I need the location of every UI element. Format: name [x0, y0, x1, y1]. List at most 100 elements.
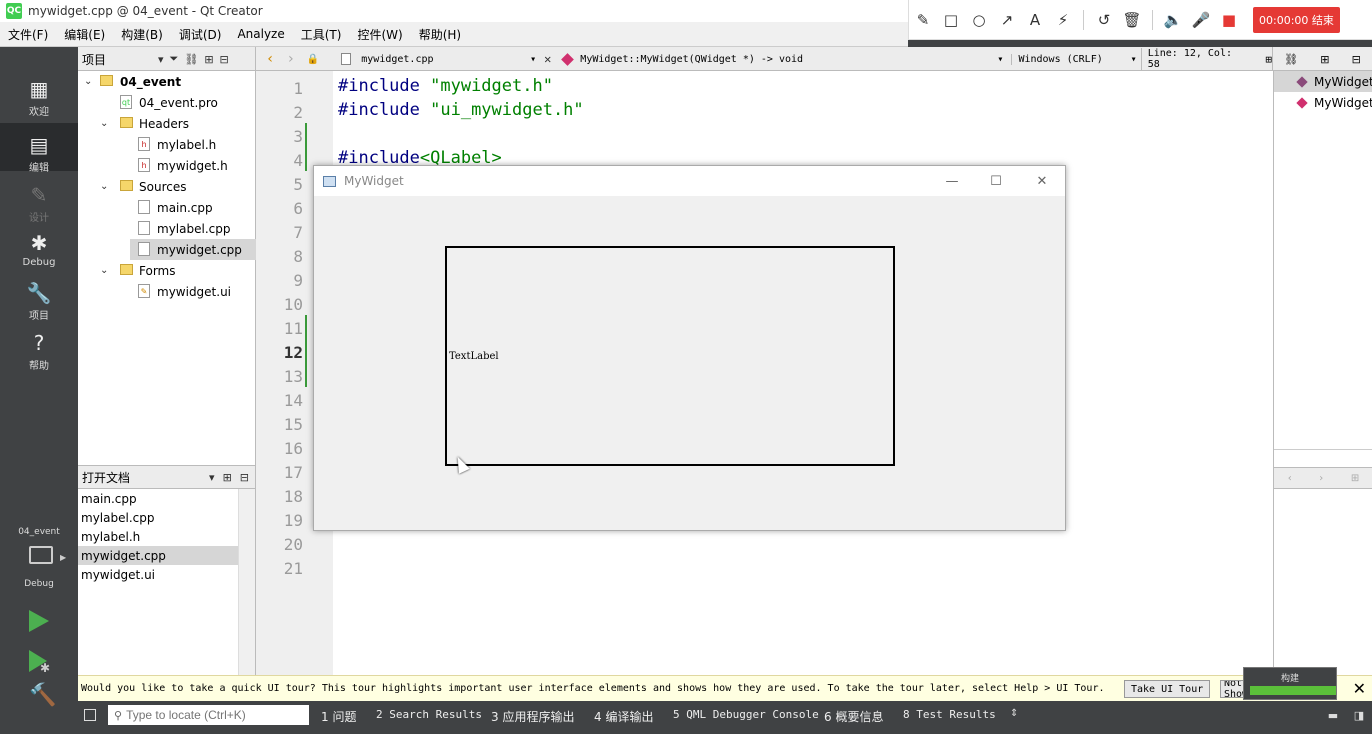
open-doc-item[interactable]: mylabel.h	[78, 527, 238, 546]
close-icon[interactable]: ✕	[1032, 171, 1052, 191]
tree-item-mywidget-h[interactable]: h mywidget.h	[78, 155, 256, 176]
tree-item-mylabel-h[interactable]: h mylabel.h	[78, 134, 256, 155]
close-pane-icon[interactable]: ⊟	[220, 53, 229, 66]
undo-icon[interactable]: ↺	[1090, 6, 1118, 34]
link-icon[interactable]: ⛓	[1284, 53, 1298, 66]
open-file-selector[interactable]: mywidget.cpp	[361, 54, 530, 65]
chevron-down-icon[interactable]: ▾	[530, 54, 536, 65]
toggle-right-sidebar-icon[interactable]: ◨	[1352, 708, 1366, 722]
rectangle-icon[interactable]: □	[937, 6, 965, 34]
chevron-down-icon[interactable]: ▾	[158, 53, 164, 66]
menu-file[interactable]: 文件(F)	[0, 26, 56, 43]
back-arrow-icon[interactable]: ‹	[266, 51, 274, 67]
chevron-down-icon[interactable]: ⌄	[100, 181, 108, 192]
pane-compile-output[interactable]: 4 编译输出	[594, 708, 653, 725]
speaker-icon[interactable]: 🔈	[1159, 6, 1187, 34]
toggle-sidebar-icon[interactable]	[84, 709, 96, 721]
split-icon[interactable]: ⊞	[204, 53, 213, 66]
take-ui-tour-button[interactable]: Take UI Tour	[1124, 680, 1211, 698]
pane-application-output[interactable]: 3 应用程序输出	[491, 708, 574, 725]
arrow-icon[interactable]: ↗	[993, 6, 1021, 34]
do-not-show-again-button[interactable]: Do Not Show Again	[1220, 680, 1244, 698]
mode-welcome[interactable]: ▦ 欢迎	[0, 77, 78, 125]
pane-qml-debugger-console[interactable]: 5 QML Debugger Console	[673, 708, 819, 721]
chevron-down-icon[interactable]: ⌄	[100, 265, 108, 276]
trash-icon[interactable]: 🗑	[1118, 6, 1146, 34]
locator-input[interactable]	[126, 708, 297, 722]
tree-item-main-cpp[interactable]: main.cpp	[78, 197, 256, 218]
tree-item-mylabel-cpp[interactable]: mylabel.cpp	[78, 218, 256, 239]
outline-item[interactable]: MyWidget	[1274, 71, 1372, 92]
filter-icon[interactable]: ⏷	[170, 52, 179, 66]
pane-general-messages[interactable]: 6 概要信息	[824, 708, 883, 725]
split-icon[interactable]: ⊞	[1351, 473, 1359, 484]
outline-item[interactable]: MyWidget	[1274, 92, 1372, 113]
mywidget-app-window[interactable]: MyWidget — ☐ ✕ TextLabel	[313, 165, 1066, 531]
close-document-icon[interactable]: ✕	[544, 52, 551, 66]
pane-issues[interactable]: 1 问题	[321, 708, 356, 725]
tree-item-mywidget-ui[interactable]: ✎ mywidget.ui	[78, 281, 256, 302]
pencil-icon[interactable]: ✎	[909, 6, 937, 34]
open-doc-item[interactable]: mywidget.ui	[78, 565, 238, 584]
chevron-down-icon[interactable]: ⌄	[100, 118, 108, 129]
chevron-down-icon[interactable]: ▾	[209, 471, 215, 484]
split-icon[interactable]: ⊞	[223, 471, 232, 484]
open-doc-item[interactable]: main.cpp	[78, 489, 238, 508]
build-hammer-button[interactable]: 🔨	[29, 683, 56, 708]
circle-icon[interactable]: ○	[965, 6, 993, 34]
app-window-title-bar[interactable]: MyWidget — ☐ ✕	[314, 166, 1065, 196]
symbol-selector[interactable]: MyWidget::MyWidget(QWidget *) -> void	[580, 54, 997, 65]
tree-item-mywidget-cpp[interactable]: mywidget.cpp	[130, 239, 256, 260]
menu-analyze[interactable]: Analyze	[229, 27, 292, 41]
open-doc-item[interactable]: mylabel.cpp	[78, 508, 238, 527]
tree-item-forms[interactable]: ⌄ Forms	[78, 260, 256, 281]
mode-help[interactable]: ? 帮助	[0, 331, 78, 373]
minimize-icon[interactable]: —	[942, 171, 962, 191]
project-view-selector[interactable]: 项目	[82, 51, 106, 68]
close-icon[interactable]: ✕	[1353, 679, 1366, 698]
text-icon[interactable]: A	[1021, 6, 1049, 34]
mode-design[interactable]: ✎ 设计	[0, 183, 78, 224]
chevron-down-icon[interactable]: ▾	[997, 54, 1003, 65]
record-stop-icon[interactable]: ■	[1215, 6, 1243, 34]
menu-tools[interactable]: 工具(T)	[293, 26, 350, 43]
split-icon[interactable]: ⊞	[1265, 53, 1272, 66]
mode-projects[interactable]: 🔧 项目	[0, 281, 78, 323]
monitor-icon[interactable]	[29, 546, 53, 564]
recording-timer-button[interactable]: 00:00:00 结束	[1253, 6, 1340, 33]
tree-item-sources[interactable]: ⌄ Sources	[78, 176, 256, 197]
run-button[interactable]	[29, 610, 49, 632]
forward-arrow-icon[interactable]: ›	[286, 51, 294, 67]
tree-item-headers[interactable]: ⌄ Headers	[78, 113, 256, 134]
chevron-down-icon[interactable]: ▾	[1131, 54, 1137, 65]
menu-help[interactable]: 帮助(H)	[411, 26, 469, 43]
more-panes-icon[interactable]: ⇕	[1010, 708, 1018, 719]
mode-debug[interactable]: ✱ Debug	[0, 231, 78, 273]
forward-arrow-icon[interactable]: ›	[1319, 473, 1323, 484]
menu-debug[interactable]: 调试(D)	[171, 26, 230, 43]
link-icon[interactable]: ⛓	[184, 53, 198, 66]
magic-wand-icon[interactable]: ⚡	[1049, 6, 1077, 34]
pane-search-results[interactable]: 2 Search Results	[376, 708, 482, 721]
close-pane-icon[interactable]: ⊟	[1352, 53, 1361, 66]
back-arrow-icon[interactable]: ‹	[1288, 473, 1292, 484]
close-pane-icon[interactable]: ⊟	[240, 471, 249, 484]
cursor-position[interactable]: Line: 12, Col: 58	[1140, 48, 1250, 70]
mode-edit[interactable]: ▤ 编辑	[0, 123, 78, 174]
chevron-down-icon[interactable]: ⌄	[84, 76, 92, 87]
open-documents-title[interactable]: 打开文档	[82, 469, 130, 486]
split-icon[interactable]: ⊞	[1320, 53, 1329, 66]
progress-details-icon[interactable]: ▬	[1326, 708, 1340, 722]
menu-edit[interactable]: 编辑(E)	[56, 26, 113, 43]
menu-build[interactable]: 构建(B)	[113, 26, 171, 43]
open-documents-scrollbar[interactable]	[238, 489, 255, 675]
microphone-icon[interactable]: 🎤	[1187, 6, 1215, 34]
tree-item-pro-file[interactable]: qt 04_event.pro	[78, 92, 256, 113]
custom-label-widget[interactable]: TextLabel	[445, 246, 895, 466]
tree-item-project-root[interactable]: ⌄ 04_event	[78, 71, 256, 92]
pane-test-results[interactable]: 8 Test Results	[903, 708, 996, 721]
line-ending-selector[interactable]: Windows (CRLF)	[1011, 53, 1130, 65]
menu-controls[interactable]: 控件(W)	[349, 26, 410, 43]
open-doc-item-selected[interactable]: mywidget.cpp	[78, 546, 238, 565]
maximize-icon[interactable]: ☐	[986, 171, 1006, 191]
